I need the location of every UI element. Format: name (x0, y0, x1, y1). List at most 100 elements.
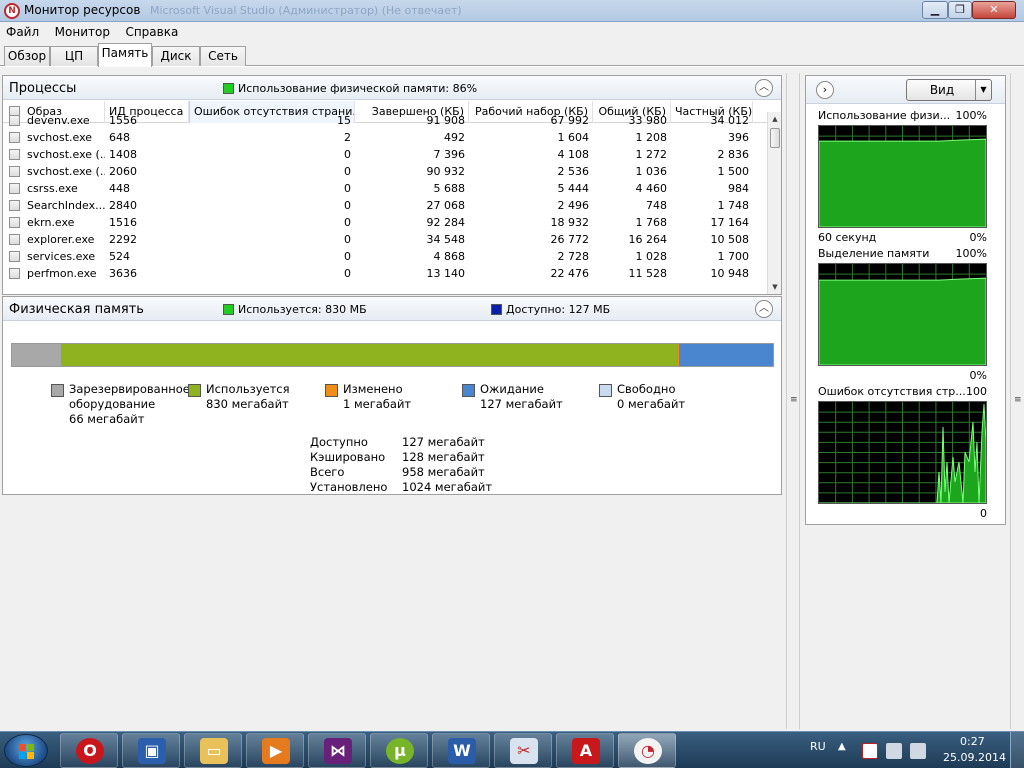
collapse-up-icon[interactable]: ︿ (755, 79, 773, 97)
taskbar-utorrent[interactable]: µ (370, 733, 428, 768)
table-cell: 0 (344, 165, 351, 178)
tab-memory[interactable]: Память (98, 43, 152, 67)
title-bar: N Монитор ресурсов Microsoft Visual Stud… (0, 0, 1024, 22)
volume-icon[interactable] (910, 743, 926, 759)
physical-memory-header[interactable]: Физическая память Используется: 830 МБ Д… (3, 297, 781, 321)
row-checkbox[interactable] (9, 183, 20, 194)
graph-commit-min: 0% (969, 369, 987, 382)
right-scrollbar[interactable]: ≡ (1010, 73, 1024, 729)
table-cell: 0 (344, 267, 351, 280)
table-row[interactable]: csrss.exe 448 0 5 688 5 444 4 460 984 (3, 180, 768, 197)
row-checkbox[interactable] (9, 149, 20, 160)
show-hidden-icons-icon[interactable]: ▲ (838, 741, 846, 752)
table-cell: 2 496 (557, 199, 590, 212)
physical-usage-legend: Использование физической памяти: 86% (223, 82, 477, 95)
reserved-label: Зарезервированное (69, 382, 190, 396)
taskbar-acrobat[interactable]: A (556, 733, 614, 768)
table-cell: devenv.exe (27, 114, 90, 127)
physical-memory-section: Физическая память Используется: 830 МБ Д… (2, 296, 782, 495)
menu-bar: Файл Монитор Справка (0, 22, 1024, 42)
row-checkbox[interactable] (9, 217, 20, 228)
memory-bar (11, 343, 774, 367)
menu-monitor[interactable]: Монитор (49, 22, 116, 39)
taskbar-word[interactable]: W (432, 733, 490, 768)
close-button[interactable]: ✕ (972, 1, 1016, 19)
table-cell: 91 908 (426, 114, 466, 127)
blue-swatch (491, 304, 502, 315)
maximize-button[interactable]: ❐ (948, 1, 972, 19)
collapse-up-icon[interactable]: ︿ (755, 300, 773, 318)
taskbar-visual-studio[interactable]: ⋈ (308, 733, 366, 768)
row-checkbox[interactable] (9, 200, 20, 211)
table-cell: SearchIndex... (27, 199, 105, 212)
table-cell: explorer.exe (27, 233, 95, 246)
tab-disk[interactable]: Диск (152, 46, 200, 66)
taskbar-resource-monitor[interactable]: ◔ (618, 733, 676, 768)
view-button[interactable]: Вид ▼ (906, 79, 992, 101)
scroll-down-icon[interactable]: ▼ (768, 280, 782, 294)
clock-time[interactable]: 0:27 (960, 735, 985, 748)
graph-commit-charge (818, 263, 987, 366)
table-row[interactable]: services.exe 524 0 4 868 2 728 1 028 1 700 (3, 248, 768, 265)
table-cell: 492 (444, 131, 465, 144)
table-cell: svchost.exe (... (27, 148, 105, 161)
table-cell: 1408 (109, 148, 137, 161)
action-center-icon[interactable] (862, 743, 878, 759)
clock-date[interactable]: 25.09.2014 (943, 751, 1006, 764)
row-checkbox[interactable] (9, 268, 20, 279)
table-row[interactable]: devenv.exe 1556 15 91 908 67 992 33 980 34 012 (3, 112, 768, 129)
process-scrollbar[interactable]: ▲ ▼ (767, 112, 781, 294)
window-title: Монитор ресурсов (24, 3, 141, 17)
tab-cpu[interactable]: ЦП (50, 46, 98, 66)
standby-swatch (462, 384, 475, 397)
graph-physical-title: Использование физи... (818, 109, 951, 122)
table-cell: 3636 (109, 267, 137, 280)
table-cell: 1 208 (635, 131, 668, 144)
table-cell: 92 284 (426, 216, 466, 229)
processes-header[interactable]: Процессы Использование физической памяти… (3, 76, 781, 100)
table-row[interactable]: perfmon.exe 3636 0 13 140 22 476 11 528 10 948 (3, 265, 768, 282)
visual-studio-icon: ⋈ (324, 738, 352, 764)
taskbar-snipping-tool[interactable]: ✂ (494, 733, 552, 768)
table-cell: 22 476 (550, 267, 590, 280)
scroll-thumb[interactable] (770, 128, 780, 148)
tab-network[interactable]: Сеть (200, 46, 246, 66)
taskbar-save[interactable]: ▣ (122, 733, 180, 768)
table-cell: 1 768 (635, 216, 668, 229)
row-checkbox[interactable] (9, 166, 20, 177)
row-checkbox[interactable] (9, 234, 20, 245)
row-checkbox[interactable] (9, 251, 20, 262)
start-button[interactable] (4, 734, 48, 767)
minimize-button[interactable]: ▁ (922, 1, 948, 19)
table-cell: 34 012 (710, 114, 750, 127)
taskbar-media[interactable]: ▶ (246, 733, 304, 768)
menu-file[interactable]: Файл (0, 22, 45, 39)
language-indicator[interactable]: RU (810, 740, 826, 753)
menu-help[interactable]: Справка (119, 22, 184, 39)
network-icon[interactable] (886, 743, 902, 759)
table-row[interactable]: explorer.exe 2292 0 34 548 26 772 16 264 10 50… (3, 231, 768, 248)
taskbar-explorer[interactable]: ▭ (184, 733, 242, 768)
row-checkbox[interactable] (9, 115, 20, 126)
table-row[interactable]: svchost.exe 648 2 492 1 604 1 208 396 (3, 129, 768, 146)
tab-overview[interactable]: Обзор (4, 46, 50, 66)
graph-physical-svg (818, 126, 987, 228)
table-row[interactable]: svchost.exe (... 1408 0 7 396 4 108 1 272 2 83… (3, 146, 768, 163)
expand-right-icon[interactable]: › (816, 81, 834, 99)
table-row[interactable]: svchost.exe (... 2060 0 90 932 2 536 1 036 1 5… (3, 163, 768, 180)
table-cell: 1 748 (717, 199, 750, 212)
graph-commit-max: 100% (955, 247, 987, 260)
table-row[interactable]: ekrn.exe 1516 0 92 284 18 932 1 768 17 164 (3, 214, 768, 231)
show-desktop-button[interactable] (1010, 732, 1024, 768)
table-cell: 0 (344, 199, 351, 212)
taskbar-opera[interactable]: O (60, 733, 118, 768)
reserved-value: 66 мегабайт (69, 412, 145, 426)
table-row[interactable]: SearchIndex... 2840 0 27 068 2 496 748 1 748 (3, 197, 768, 214)
row-checkbox[interactable] (9, 132, 20, 143)
dropdown-arrow-icon[interactable]: ▼ (975, 80, 991, 100)
panel-splitter[interactable]: ≡ (786, 73, 800, 729)
scroll-up-icon[interactable]: ▲ (768, 112, 782, 126)
table-cell: 1 036 (635, 165, 668, 178)
summary-total-label: Всего (310, 465, 345, 479)
table-cell: 10 508 (710, 233, 750, 246)
